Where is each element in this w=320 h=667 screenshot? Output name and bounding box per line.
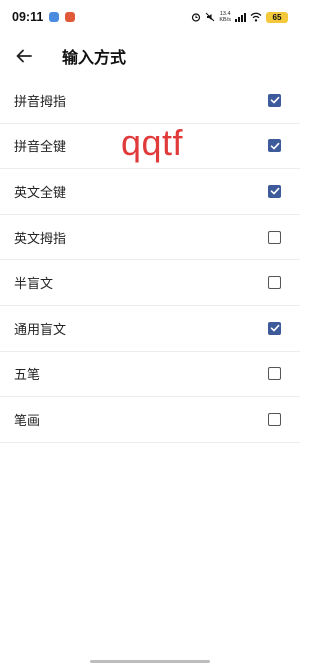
check-icon	[270, 97, 279, 104]
alarm-icon	[192, 13, 201, 22]
option-checkbox[interactable]	[268, 276, 281, 290]
option-label: 通用盲文	[14, 322, 67, 338]
option-checkbox[interactable]	[268, 412, 281, 426]
option-label: 拼音全键	[14, 140, 67, 156]
check-icon	[270, 188, 279, 195]
option-label: 英文拇指	[14, 231, 67, 247]
mute-icon	[206, 12, 215, 22]
option-checkbox[interactable]	[268, 367, 281, 381]
check-icon	[270, 142, 279, 150]
option-row[interactable]: 英文全键	[0, 169, 300, 215]
option-row[interactable]: 半盲文	[0, 260, 300, 306]
home-indicator[interactable]	[90, 660, 210, 663]
option-row[interactable]: 拼音拇指	[0, 78, 300, 124]
status-time: 09:11	[12, 10, 44, 24]
overlay-watermark-text: qqtf	[121, 122, 184, 163]
page-title: 输入方式	[62, 48, 127, 67]
option-checkbox[interactable]	[268, 184, 281, 198]
cellular-signal-icon	[235, 13, 246, 22]
battery-indicator: 65	[266, 11, 288, 23]
status-bar: 09:11 13.4 KB/s 65	[0, 0, 300, 34]
option-row[interactable]: 通用盲文	[0, 306, 300, 352]
option-label: 英文全键	[14, 185, 67, 201]
option-row[interactable]: 英文拇指	[0, 215, 300, 261]
option-checkbox[interactable]	[268, 321, 281, 335]
check-icon	[270, 325, 279, 332]
header: 输入方式	[0, 34, 300, 78]
status-left: 09:11	[12, 10, 76, 24]
back-arrow-icon	[16, 49, 32, 63]
option-checkbox[interactable]	[268, 139, 281, 153]
wifi-icon	[250, 12, 262, 22]
option-row[interactable]: 五笔	[0, 352, 300, 398]
option-label: 笔画	[14, 413, 41, 429]
option-checkbox[interactable]	[268, 93, 281, 107]
option-label: 五笔	[14, 368, 41, 384]
option-row[interactable]: 笔画	[0, 397, 300, 443]
net-speed-unit: KB/s	[219, 17, 231, 23]
notification-app-icon	[49, 12, 60, 22]
status-right: 13.4 KB/s 65	[191, 11, 288, 23]
back-button[interactable]	[2, 34, 46, 78]
option-checkbox[interactable]	[268, 230, 281, 244]
option-label: 半盲文	[14, 277, 54, 293]
notification-app-icon-2	[65, 12, 76, 22]
net-speed: 13.4 KB/s	[219, 11, 231, 23]
option-label: 拼音拇指	[14, 94, 67, 110]
